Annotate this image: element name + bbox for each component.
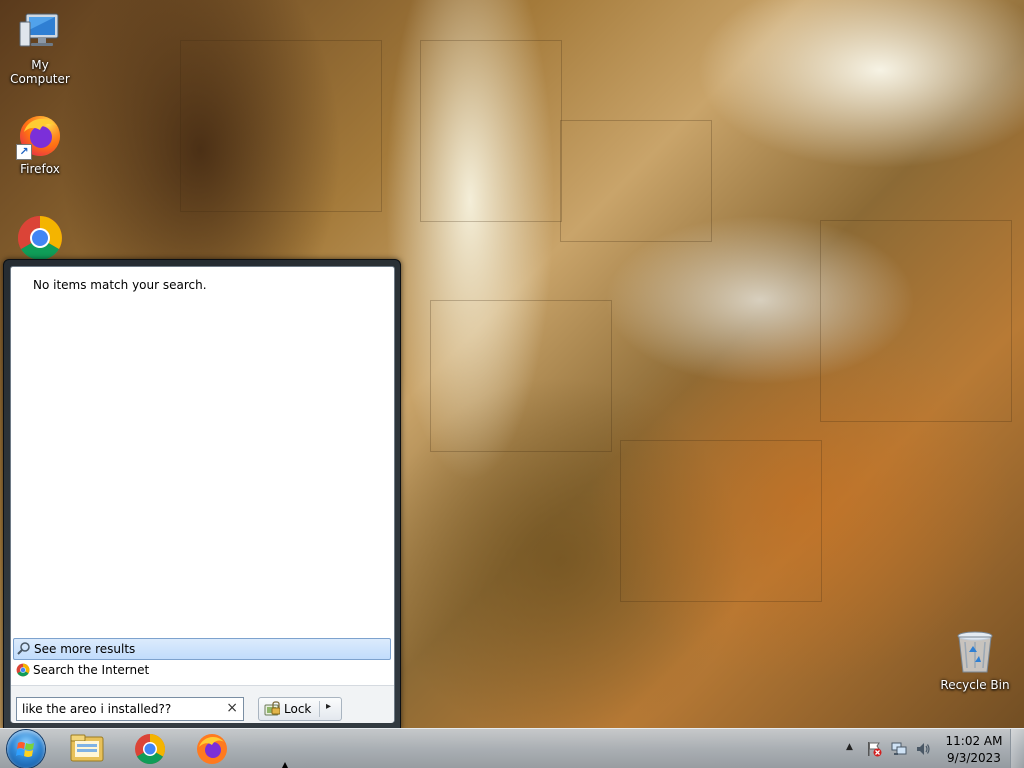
taskbar-clock[interactable]: 11:02 AM 9/3/2023 [944, 733, 1004, 767]
no-results-message: No items match your search. [33, 278, 207, 292]
desktop-icon-label: Firefox [20, 162, 60, 176]
desktop-icon-label: My Computer [10, 58, 70, 86]
firefox-icon: ↗ [16, 112, 64, 160]
power-options-arrow-icon[interactable]: ▸ [326, 701, 331, 712]
clear-search-icon[interactable]: × [226, 700, 238, 716]
taskbar-explorer-button[interactable] [63, 731, 111, 767]
start-menu-bottom-bar: like the areo i installed?? × Lock ▸ [11, 685, 394, 723]
search-results-pane: No items match your search. See more res… [10, 266, 395, 723]
chrome-icon [135, 734, 166, 765]
show-hidden-icons-button[interactable]: ▲ [846, 742, 853, 752]
mouse-cursor [282, 762, 288, 768]
start-menu: No items match your search. See more res… [3, 259, 401, 729]
wallpaper-panel [430, 300, 612, 452]
chrome-icon [16, 663, 30, 680]
chrome-icon [16, 214, 64, 262]
wallpaper-panel [620, 440, 822, 602]
search-input-text: like the areo i installed?? [22, 702, 172, 716]
firefox-icon [197, 734, 227, 764]
shortcut-arrow-icon: ↗ [16, 144, 32, 160]
search-the-internet-label: Search the Internet [33, 663, 150, 677]
wallpaper-panel [560, 120, 712, 242]
windows-logo-icon [16, 742, 34, 757]
wallpaper-panel [820, 220, 1012, 422]
computer-icon [16, 8, 64, 56]
lock-icon [264, 701, 281, 720]
volume-icon[interactable] [915, 741, 931, 760]
search-icon [17, 641, 31, 658]
start-button[interactable] [7, 730, 45, 768]
network-icon[interactable] [891, 741, 907, 760]
clock-time: 11:02 AM [945, 734, 1003, 748]
see-more-results-label: See more results [34, 642, 136, 656]
lock-label: Lock [284, 702, 312, 716]
recycle-bin-icon [951, 628, 999, 676]
desktop-icon-chrome[interactable] [0, 214, 80, 264]
clock-date: 9/3/2023 [947, 751, 1001, 765]
wallpaper-panel [180, 40, 382, 212]
desktop-icon-my-computer[interactable]: My Computer [0, 8, 80, 86]
explorer-icon [70, 734, 104, 762]
desktop-icon-label: Recycle Bin [940, 678, 1010, 692]
see-more-results-button[interactable]: See more results [13, 638, 391, 660]
lock-button[interactable]: Lock ▸ [258, 697, 342, 721]
action-center-flag-icon[interactable] [866, 741, 882, 760]
wallpaper-panel [420, 40, 562, 222]
taskbar: ▲ 11:02 AM 9/3/2023 [0, 728, 1024, 768]
taskbar-chrome-button[interactable] [126, 731, 174, 767]
taskbar-firefox-button[interactable] [188, 731, 236, 767]
desktop-icon-recycle-bin[interactable]: Recycle Bin [935, 628, 1015, 692]
show-desktop-button[interactable] [1010, 729, 1024, 768]
desktop-icon-firefox[interactable]: ↗ Firefox [0, 112, 80, 176]
search-the-internet-button[interactable]: Search the Internet [13, 660, 391, 680]
lock-separator [319, 701, 320, 717]
start-search-input[interactable]: like the areo i installed?? × [16, 697, 244, 721]
